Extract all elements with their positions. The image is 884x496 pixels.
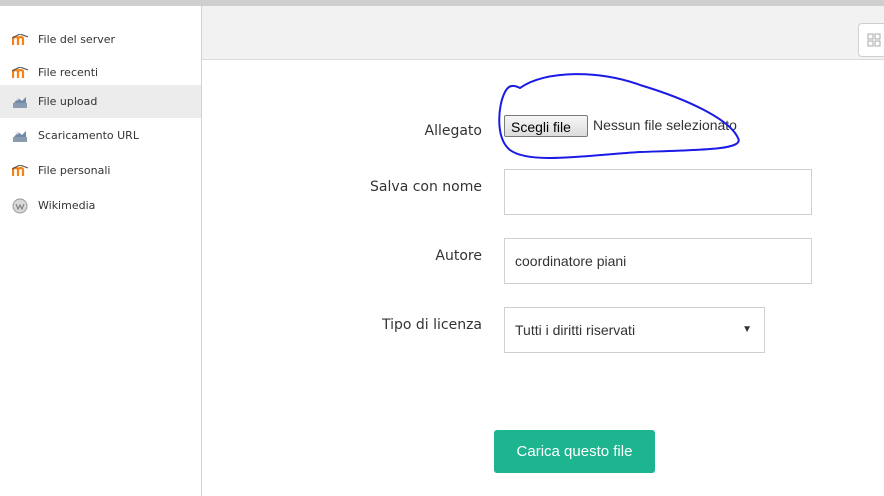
author-input[interactable]: coordinatore piani	[504, 238, 812, 284]
sidebar-item-label: Scaricamento URL	[38, 129, 139, 142]
sidebar-item-label: Wikimedia	[38, 199, 96, 212]
sidebar-item-file-upload[interactable]: File upload	[0, 85, 201, 118]
sidebar-item-label: File del server	[38, 33, 116, 46]
author-label: Autore	[435, 248, 482, 264]
sidebar-item-server-files[interactable]: File del server	[0, 23, 201, 56]
download-icon	[12, 128, 28, 144]
sidebar-item-label: File upload	[38, 95, 98, 108]
attachment-label: Allegato	[424, 123, 483, 139]
sidebar-item-label: File recenti	[38, 66, 99, 79]
no-file-selected-text: Nessun file selezionato	[593, 117, 737, 133]
upload-icon	[12, 94, 28, 110]
grid-icon	[867, 33, 881, 47]
license-select[interactable]: Tutti i diritti riservati ▼	[504, 307, 765, 353]
license-label: Tipo di licenza	[381, 317, 482, 333]
save-as-label: Salva con nome	[370, 179, 482, 195]
sidebar-item-wikimedia[interactable]: Wikimedia	[0, 189, 201, 222]
content-toolbar	[202, 6, 884, 60]
dropdown-arrow-icon: ▼	[742, 324, 752, 335]
view-toggle-button[interactable]	[858, 23, 884, 57]
sidebar-item-label: File personali	[38, 164, 111, 177]
upload-file-button[interactable]: Carica questo file	[494, 430, 655, 473]
moodle-icon	[12, 65, 28, 81]
save-as-input[interactable]	[504, 169, 812, 215]
wikimedia-icon	[12, 198, 28, 214]
license-selected-value: Tutti i diritti riservati	[515, 322, 636, 338]
moodle-icon	[12, 32, 28, 48]
sidebar-item-url-download[interactable]: Scaricamento URL	[0, 119, 201, 152]
choose-file-button[interactable]: Scegli file	[504, 115, 588, 137]
sidebar-item-private-files[interactable]: File personali	[0, 154, 201, 187]
cut-off-heading	[230, 0, 880, 2]
moodle-icon	[12, 163, 28, 179]
file-picker-sidebar: File del server File recenti File upload…	[0, 6, 202, 496]
